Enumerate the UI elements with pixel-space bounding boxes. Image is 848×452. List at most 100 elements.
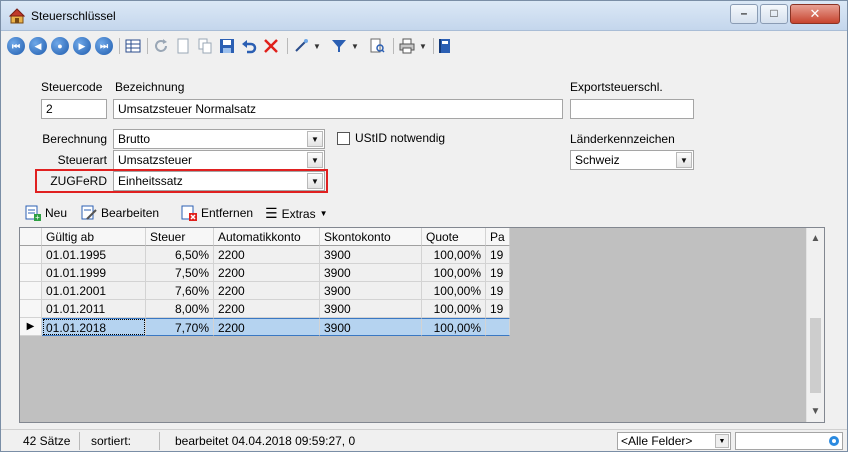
cell-steuer[interactable]: 6,50% (146, 246, 214, 264)
bearbeiten-button[interactable]: Bearbeiten (81, 205, 159, 221)
first-record-button[interactable]: ⏮ (7, 36, 25, 56)
steuercode-field[interactable]: 2 (41, 99, 107, 119)
search-document-button[interactable] (369, 36, 385, 56)
cell-gueltig-ab[interactable]: 01.01.2018 (42, 318, 146, 336)
cell-quote[interactable]: 100,00% (422, 282, 486, 300)
cell-pa[interactable] (486, 318, 510, 336)
cell-pa[interactable]: 19 (486, 246, 510, 264)
extras-menu[interactable]: ☰ Extras ▼ (265, 205, 328, 222)
cell-quote[interactable]: 100,00% (422, 246, 486, 264)
filter-dropdown[interactable]: ▼ (351, 36, 359, 56)
row-indicator[interactable] (20, 246, 42, 264)
title-bar[interactable]: Steuerschlüssel – □ ✕ (1, 1, 847, 31)
column-header-skontokonto[interactable]: Skontokonto (320, 228, 422, 246)
tools-button[interactable] (293, 36, 309, 56)
zugferd-select[interactable]: Einheitssatz ▼ (113, 171, 325, 191)
cell-automatikkonto[interactable]: 2200 (214, 318, 320, 336)
field-filter-select[interactable]: <Alle Felder> ▼ (617, 432, 731, 450)
print-dropdown[interactable]: ▼ (419, 36, 427, 56)
column-header-steuer[interactable]: Steuer (146, 228, 214, 246)
search-field[interactable] (735, 432, 843, 450)
toolbar-separator (393, 38, 394, 54)
undo-button[interactable] (241, 36, 257, 56)
cell-pa[interactable]: 19 (486, 300, 510, 318)
cell-steuer[interactable]: 7,60% (146, 282, 214, 300)
maximize-button[interactable]: □ (760, 4, 788, 24)
cell-gueltig-ab[interactable]: 01.01.2001 (42, 282, 146, 300)
cell-skontokonto[interactable]: 3900 (320, 318, 422, 336)
data-grid[interactable]: Gültig ab Steuer Automatikkonto Skontokonto… (19, 227, 825, 423)
filter-button[interactable] (331, 36, 347, 56)
cell-gueltig-ab[interactable]: 01.01.2011 (42, 300, 146, 318)
list-view-button[interactable] (125, 36, 141, 56)
chevron-down-icon[interactable]: ▼ (307, 131, 323, 147)
next-record-button[interactable]: ▶ (73, 36, 91, 56)
column-header-pa[interactable]: Pa (486, 228, 510, 246)
menu-icon: ☰ (265, 205, 278, 221)
cell-quote[interactable]: 100,00% (422, 264, 486, 282)
tools-dropdown[interactable]: ▼ (313, 36, 321, 56)
cell-steuer[interactable]: 8,00% (146, 300, 214, 318)
row-indicator[interactable] (20, 300, 42, 318)
cell-pa[interactable]: 19 (486, 264, 510, 282)
table-row[interactable]: ▶ 01.01.2018 7,70% 2200 3900 100,00% (20, 318, 510, 336)
scroll-up-icon[interactable]: ▲ (807, 230, 824, 247)
minimize-button[interactable]: – (730, 4, 758, 24)
cell-skontokonto[interactable]: 3900 (320, 282, 422, 300)
ustid-label: UStID notwendig (355, 131, 446, 145)
cell-automatikkonto[interactable]: 2200 (214, 264, 320, 282)
column-header-quote[interactable]: Quote (422, 228, 486, 246)
berechnung-select[interactable]: Brutto ▼ (113, 129, 325, 149)
print-button[interactable] (399, 36, 415, 56)
row-indicator[interactable] (20, 282, 42, 300)
column-header-automatikkonto[interactable]: Automatikkonto (214, 228, 320, 246)
cell-quote[interactable]: 100,00% (422, 318, 486, 336)
cell-automatikkonto[interactable]: 2200 (214, 282, 320, 300)
cell-pa[interactable]: 19 (486, 282, 510, 300)
cell-automatikkonto[interactable]: 2200 (214, 300, 320, 318)
cell-automatikkonto[interactable]: 2200 (214, 246, 320, 264)
new-document-button[interactable] (175, 36, 191, 56)
table-row[interactable]: 01.01.2001 7,60% 2200 3900 100,00% 19 (20, 282, 510, 300)
cell-quote[interactable]: 100,00% (422, 300, 486, 318)
column-header-gueltig-ab[interactable]: Gültig ab (42, 228, 146, 246)
cell-gueltig-ab[interactable]: 01.01.1995 (42, 246, 146, 264)
close-button[interactable]: ✕ (790, 4, 840, 24)
refresh-button[interactable] (153, 36, 169, 56)
scroll-down-icon[interactable]: ▼ (807, 403, 824, 420)
cell-skontokonto[interactable]: 3900 (320, 300, 422, 318)
zugferd-value: Einheitssatz (118, 174, 183, 188)
last-record-button[interactable]: ⏭ (95, 36, 113, 56)
vertical-scrollbar[interactable]: ▲ ▼ (806, 228, 824, 422)
bezeichnung-field[interactable]: Umsatzsteuer Normalsatz (113, 99, 563, 119)
bearbeiten-label: Bearbeiten (101, 206, 160, 220)
notebook-button[interactable] (437, 36, 453, 56)
chevron-down-icon[interactable]: ▼ (676, 152, 692, 168)
save-button[interactable] (219, 36, 235, 56)
previous-record-button[interactable]: ◀ (29, 36, 47, 56)
cell-skontokonto[interactable]: 3900 (320, 264, 422, 282)
exportsteuerschl-field[interactable] (570, 99, 694, 119)
cell-steuer[interactable]: 7,50% (146, 264, 214, 282)
entfernen-button[interactable]: Entfernen (181, 205, 253, 221)
neu-button[interactable]: + Neu (25, 205, 67, 221)
chevron-down-icon[interactable]: ▼ (715, 434, 729, 448)
table-row[interactable]: 01.01.1999 7,50% 2200 3900 100,00% 19 (20, 264, 510, 282)
steuerart-select[interactable]: Umsatzsteuer ▼ (113, 150, 325, 170)
delete-button[interactable] (263, 36, 279, 56)
cell-gueltig-ab[interactable]: 01.01.1999 (42, 264, 146, 282)
table-row[interactable]: 01.01.2011 8,00% 2200 3900 100,00% 19 (20, 300, 510, 318)
chevron-down-icon[interactable]: ▼ (307, 173, 323, 189)
cell-skontokonto[interactable]: 3900 (320, 246, 422, 264)
scroll-thumb[interactable] (810, 318, 821, 393)
laenderkennzeichen-select[interactable]: Schweiz ▼ (570, 150, 694, 170)
row-indicator[interactable]: ▶ (20, 318, 42, 336)
chevron-down-icon[interactable]: ▼ (307, 152, 323, 168)
stop-button[interactable]: ● (51, 36, 69, 56)
ustid-checkbox[interactable] (337, 132, 350, 145)
copy-button[interactable] (197, 36, 213, 56)
table-row[interactable]: 01.01.1995 6,50% 2200 3900 100,00% 19 (20, 246, 510, 264)
cell-steuer[interactable]: 7,70% (146, 318, 214, 336)
search-icon[interactable] (828, 435, 840, 447)
row-indicator[interactable] (20, 264, 42, 282)
